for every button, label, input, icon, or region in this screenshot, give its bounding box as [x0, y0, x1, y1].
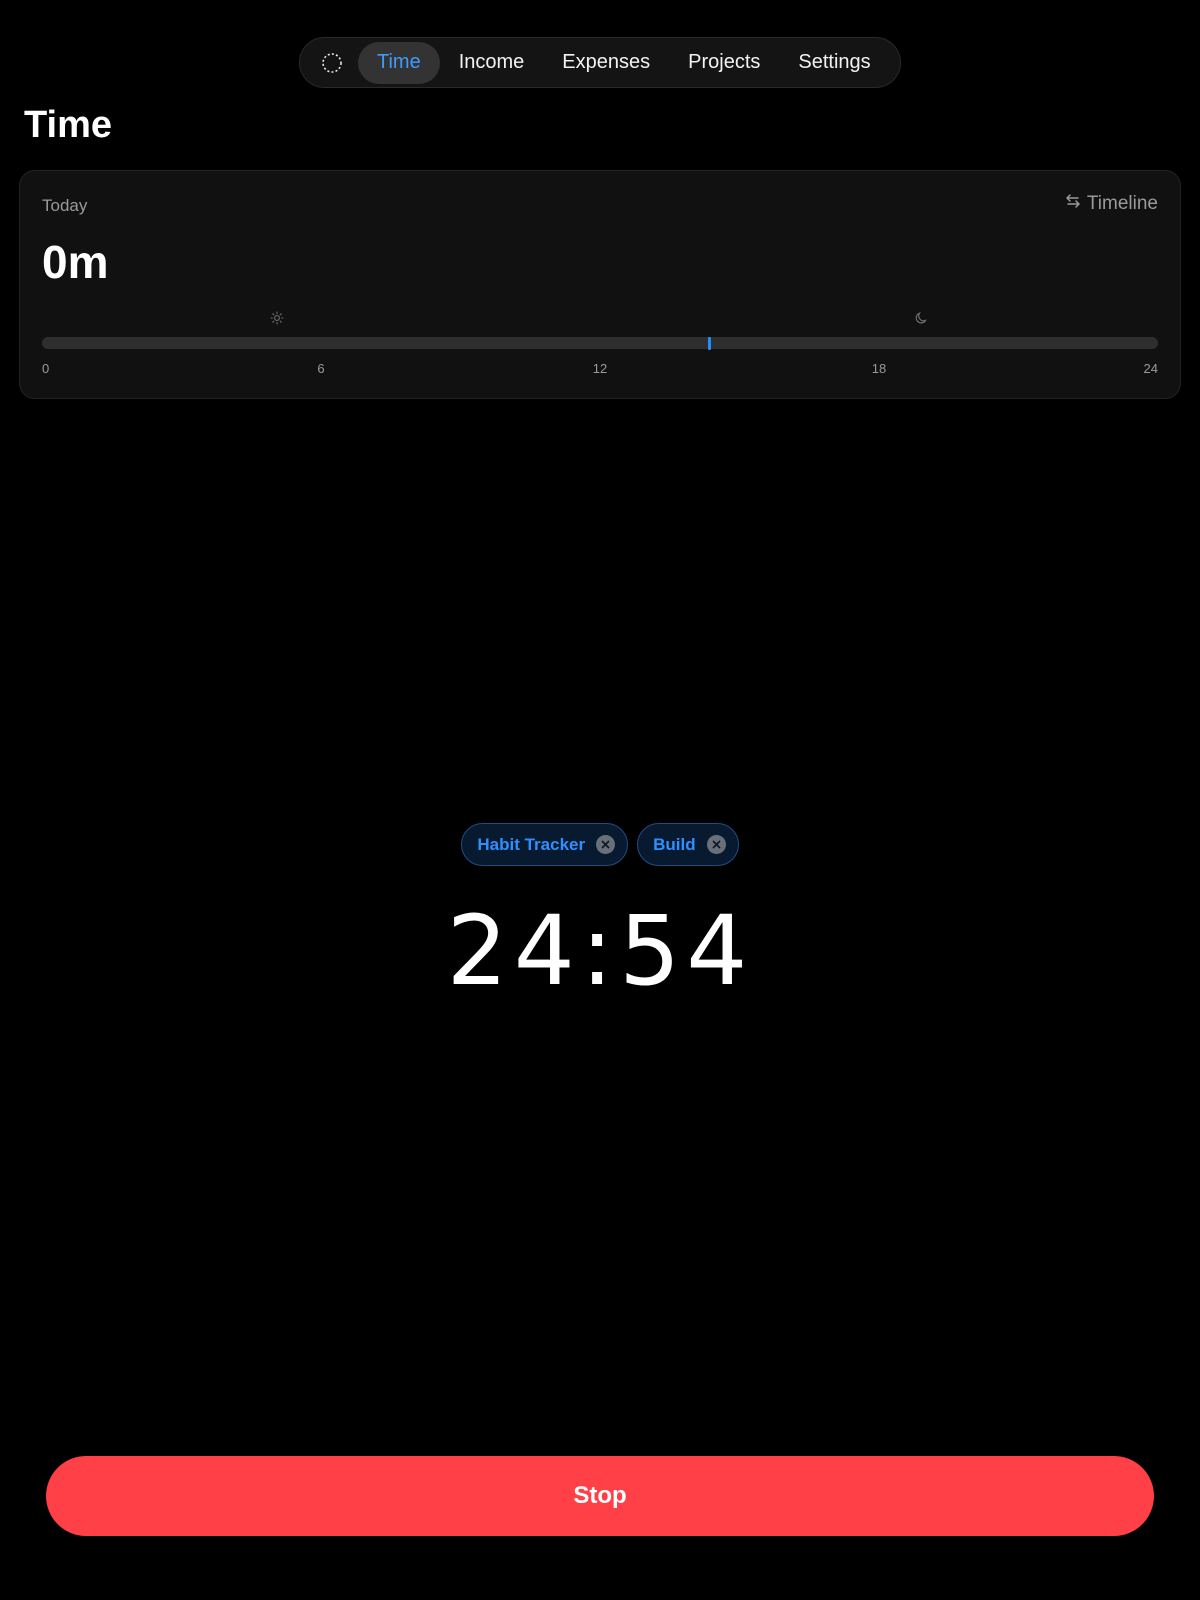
tab-projects[interactable]: Projects — [669, 42, 779, 84]
tag-label: Build — [653, 834, 696, 854]
hour-tick-label: 18 — [871, 361, 887, 376]
tab-income[interactable]: Income — [440, 42, 544, 84]
swap-arrows-icon — [1065, 193, 1081, 215]
today-total: 0m — [42, 236, 109, 288]
elapsed-timer: 24:54 — [446, 895, 754, 1007]
day-timeline-track[interactable] — [42, 337, 1158, 349]
current-time-marker — [708, 337, 712, 350]
hour-tick-label: 12 — [592, 361, 608, 376]
tab-settings[interactable]: Settings — [779, 42, 889, 84]
tag-chip-build[interactable]: Build — [637, 823, 739, 866]
remove-tag-icon[interactable] — [596, 835, 616, 854]
timeline-button[interactable]: Timeline — [1065, 193, 1158, 215]
sun-icon — [270, 311, 284, 330]
remove-tag-icon[interactable] — [706, 835, 726, 854]
top-nav: Time Income Expenses Projects Settings — [299, 37, 901, 88]
hour-tick-label: 24 — [1143, 361, 1158, 376]
timeline-label: Timeline — [1086, 193, 1158, 214]
today-card: Today Timeline 0m 0 6 12 18 24 — [19, 170, 1181, 399]
tab-expenses[interactable]: Expenses — [543, 42, 669, 84]
hour-tick-label: 0 — [42, 361, 50, 376]
tab-time[interactable]: Time — [358, 41, 440, 84]
tag-chip-habit-tracker[interactable]: Habit Tracker — [461, 823, 629, 866]
active-tags: Habit Tracker Build — [0, 823, 1200, 866]
time-screen: Time Income Expenses Projects Settings T… — [0, 0, 1200, 1600]
hour-tick-label: 6 — [317, 361, 325, 376]
stop-button[interactable]: Stop — [46, 1456, 1154, 1536]
tag-label: Habit Tracker — [477, 834, 586, 854]
page-title: Time — [24, 104, 113, 146]
moon-icon — [915, 311, 929, 330]
today-label: Today — [42, 196, 88, 215]
dashed-circle-icon[interactable] — [306, 43, 358, 83]
